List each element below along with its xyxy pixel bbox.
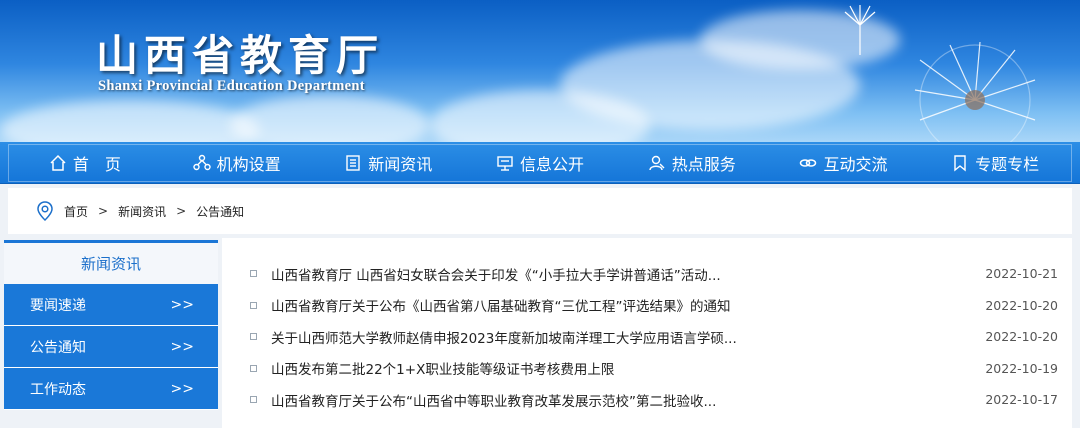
nav-label: 热点服务 — [671, 155, 736, 174]
sidebar-item-label: 要闻速递 — [30, 297, 86, 314]
news-title[interactable]: 关于山西师范大学教师赵倩申报2023年度新加坡南洋理工大学应用语言学硕... — [271, 327, 968, 347]
bullet-icon — [250, 333, 257, 341]
bullet-icon — [250, 396, 257, 404]
nav-label: 专题专栏 — [975, 155, 1040, 174]
header-banner: 山西省教育厅 Shanxi Provincial Education Depar… — [0, 0, 1080, 142]
list-item[interactable]: 山西省教育厅 山西省妇女联合会关于印发《“小手拉大手学讲普通话”活动... 20… — [250, 258, 1058, 290]
seed-icon — [844, 5, 876, 55]
location-pin-icon — [37, 201, 53, 221]
breadcrumb-separator: > — [176, 204, 187, 218]
sidebar-item-notices[interactable]: 公告通知 >> — [4, 326, 218, 368]
news-title[interactable]: 山西省教育厅关于公布“山西省中等职业教育改革发展示范校”第二批验收... — [271, 390, 968, 410]
news-date: 2022-10-17 — [985, 392, 1058, 408]
nav-org[interactable]: 机构设置 — [161, 145, 313, 181]
nav-label: 互动交流 — [823, 155, 888, 174]
nav-service[interactable]: 热点服务 — [616, 145, 768, 181]
breadcrumb-home[interactable]: 首页 — [64, 203, 88, 220]
list-item[interactable]: 山西省教育厅关于公布《山西省第八届基础教育“三优工程”评选结果》的通知 2022… — [250, 290, 1058, 322]
home-icon — [50, 154, 66, 171]
breadcrumb-separator: > — [98, 204, 109, 218]
org-icon — [192, 154, 211, 171]
bookmark-icon — [954, 155, 966, 172]
nav-interact[interactable]: 互动交流 — [768, 145, 920, 181]
news-date: 2022-10-19 — [985, 360, 1058, 376]
news-title[interactable]: 山西省教育厅关于公布《山西省第八届基础教育“三优工程”评选结果》的通知 — [271, 295, 968, 315]
bullet-icon — [250, 270, 257, 278]
sidebar-item-label: 工作动态 — [30, 381, 86, 398]
list-item[interactable]: 关于山西师范大学教师赵倩申报2023年度新加坡南洋理工大学应用语言学硕... 2… — [250, 321, 1058, 353]
nav-label: 首 页 — [72, 155, 121, 174]
breadcrumb-current: 公告通知 — [196, 204, 245, 219]
dandelion-icon — [914, 41, 1036, 142]
sidebar: 新闻资讯 要闻速递 >> 公告通知 >> 工作动态 >> — [4, 240, 218, 410]
main-nav: 首 页 机构设置 新闻资讯 信息公开 热点服务 互动交流 专题专栏 — [0, 142, 1080, 184]
info-board-icon — [497, 156, 513, 171]
nav-info[interactable]: 信息公开 — [464, 145, 616, 181]
sidebar-item-label: 公告通知 — [30, 339, 86, 356]
news-date: 2022-10-20 — [985, 329, 1058, 345]
sidebar-item-work-news[interactable]: 工作动态 >> — [4, 368, 218, 410]
breadcrumb: 首页 > 新闻资讯 > 公告通知 — [8, 188, 1072, 234]
news-date: 2022-10-21 — [985, 266, 1058, 282]
breadcrumb-news[interactable]: 新闻资讯 — [118, 203, 166, 220]
site-title: 山西省教育厅 — [96, 31, 385, 80]
list-item[interactable]: 山西发布第二批22个1+X职业技能等级证书考核费用上限 2022-10-19 — [250, 353, 1058, 385]
news-title[interactable]: 山西省教育厅 山西省妇女联合会关于印发《“小手拉大手学讲普通话”活动... — [271, 264, 968, 284]
double-arrow-icon: >> — [170, 338, 194, 355]
site-subtitle: Shanxi Provincial Education Department — [98, 78, 365, 94]
bullet-icon — [250, 364, 257, 372]
document-icon — [346, 155, 360, 171]
sidebar-heading: 新闻资讯 — [4, 240, 218, 284]
sidebar-item-headlines[interactable]: 要闻速递 >> — [4, 284, 218, 326]
news-list: 山西省教育厅 山西省妇女联合会关于印发《“小手拉大手学讲普通话”活动... 20… — [250, 258, 1058, 416]
nav-news[interactable]: 新闻资讯 — [312, 145, 464, 181]
news-title[interactable]: 山西发布第二批22个1+X职业技能等级证书考核费用上限 — [271, 358, 968, 378]
nav-label: 信息公开 — [520, 155, 585, 174]
nav-label: 机构设置 — [216, 155, 281, 174]
list-item[interactable]: 山西省教育厅关于公布“山西省中等职业教育改革发展示范校”第二批验收... 202… — [250, 384, 1058, 416]
nav-topic[interactable]: 专题专栏 — [919, 145, 1071, 181]
bullet-icon — [250, 301, 257, 309]
link-icon — [800, 159, 817, 167]
nav-home[interactable]: 首 页 — [9, 145, 161, 181]
news-date: 2022-10-20 — [985, 297, 1058, 313]
double-arrow-icon: >> — [170, 296, 194, 313]
nav-label: 新闻资讯 — [368, 155, 433, 174]
user-service-icon — [649, 155, 665, 171]
double-arrow-icon: >> — [170, 380, 194, 397]
